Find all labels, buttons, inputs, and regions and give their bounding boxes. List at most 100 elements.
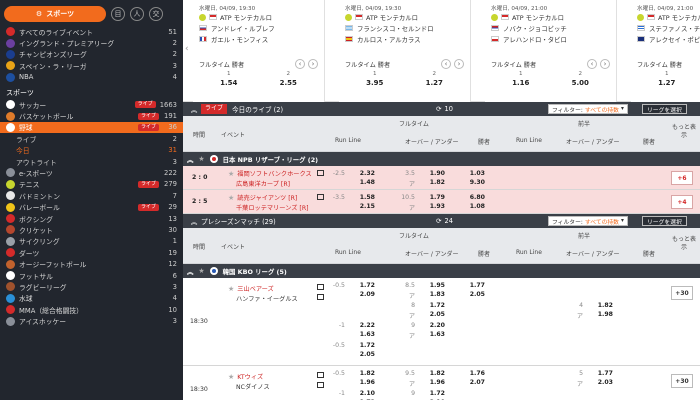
odds-cell[interactable]: 1.72 xyxy=(353,282,375,289)
odds-cell[interactable]: 1.72 xyxy=(353,342,375,349)
account-icon[interactable]: 人 xyxy=(130,7,144,21)
odds-cell[interactable]: 1.63 xyxy=(353,331,375,338)
odds-cell[interactable]: 1.08 xyxy=(463,203,485,210)
odds-cell[interactable]: 2.10 xyxy=(353,390,375,397)
collapse-icon[interactable]: ︽ xyxy=(187,216,201,226)
odds-cell[interactable]: 1.96 xyxy=(423,379,445,386)
tv-icon[interactable] xyxy=(317,382,324,388)
team-home[interactable]: ★ 福岡ソフトバンクホークス xyxy=(228,169,312,179)
odds-cell[interactable]: 1.98 xyxy=(591,311,613,318)
odds-button[interactable]: 2 5.00 xyxy=(551,71,611,87)
sidebar-live-item[interactable]: スペイン・ラ・リーガ 3 xyxy=(0,60,183,71)
sidebar-item-sport[interactable]: ラグビーリーグ 3 xyxy=(0,281,183,292)
odds-cell[interactable]: 2.22 xyxy=(353,322,375,329)
odds-cell[interactable]: 1.58 xyxy=(353,194,375,201)
odds-button[interactable]: 1 1.54 xyxy=(199,71,259,87)
chevron-left-icon[interactable]: ‹ xyxy=(295,59,305,69)
sidebar-live-item[interactable]: チャンピオンズリーグ 2 xyxy=(0,49,183,60)
sidebar-item-sport[interactable]: フットサル 6 xyxy=(0,270,183,281)
odds-cell[interactable]: 2.20 xyxy=(423,322,445,329)
odds-cell[interactable]: 1.76 xyxy=(463,370,485,377)
odds-cell[interactable]: 1.82 xyxy=(423,370,445,377)
sidebar-item-sport[interactable]: バドミントン 7 xyxy=(0,190,183,201)
sidebar-live-item[interactable]: NBA 4 xyxy=(0,72,183,83)
carousel-prev-icon[interactable]: ‹ xyxy=(185,44,193,54)
odds-cell[interactable]: 2.05 xyxy=(353,351,375,358)
sidebar-subitem[interactable]: アウトライト 3 xyxy=(0,156,183,167)
odds-cell[interactable]: 2.05 xyxy=(423,311,445,318)
sports-button[interactable]: ⚙ スポーツ xyxy=(4,6,106,22)
filter-dropdown[interactable]: フィルター: すべての持数 ▾ xyxy=(548,216,628,226)
collapse-icon[interactable]: ︽ xyxy=(187,104,201,114)
league-select-button[interactable]: リーグを選択 xyxy=(642,104,687,114)
odds-button[interactable]: 1 3.95 xyxy=(345,71,405,87)
odds-cell[interactable]: 6.80 xyxy=(463,194,485,201)
odds-button[interactable]: 2 2.55 xyxy=(259,71,319,87)
sidebar-item-sport[interactable]: 水球 4 xyxy=(0,293,183,304)
odds-cell[interactable]: 1.90 xyxy=(423,170,445,177)
collapse-icon[interactable]: ︽ xyxy=(187,267,193,276)
sidebar-item-sport[interactable]: e-スポーツ 222 xyxy=(0,167,183,178)
odds-cell[interactable]: 1.93 xyxy=(423,203,445,210)
sidebar-item-sport[interactable]: クリケット 30 xyxy=(0,224,183,235)
star-icon[interactable]: ★ xyxy=(228,194,234,202)
filter-dropdown[interactable]: フィルター: すべての持数 ▾ xyxy=(548,104,628,114)
sidebar-item-sport[interactable]: サッカー ライブ 1663 xyxy=(0,99,183,110)
odds-cell[interactable]: 1.77 xyxy=(463,282,485,289)
team-home[interactable]: ★ KTウィズ xyxy=(228,372,263,382)
sidebar-item-sport[interactable]: バレーボール ライブ 29 xyxy=(0,201,183,212)
sidebar-item-sport[interactable]: ボクシング 13 xyxy=(0,213,183,224)
more-markets-button[interactable]: +4 xyxy=(671,195,693,209)
match-card[interactable]: 水曜日, 04/09, 19:30 ATP モンテカルロ アンドレイ・ルブレフ ガエル… xyxy=(193,0,325,102)
refresh-counter[interactable]: ⟳ 24 xyxy=(436,217,453,225)
star-icon[interactable]: ★ xyxy=(228,170,234,178)
odds-cell[interactable]: 2.05 xyxy=(463,291,485,298)
sidebar-item-sport[interactable]: 野球 ライブ 36 xyxy=(0,121,183,134)
chevron-right-icon[interactable]: › xyxy=(308,59,318,69)
sidebar-subitem[interactable]: 今日 31 xyxy=(0,145,183,156)
match-card[interactable]: 水曜日, 04/09, 21:00 ATP モンテカルロ ノバク・ジョコビッチ アレハ… xyxy=(485,0,617,102)
odds-button[interactable] xyxy=(697,71,700,87)
odds-cell[interactable]: 1.82 xyxy=(423,179,445,186)
odds-cell[interactable]: 1.48 xyxy=(353,179,375,186)
odds-cell[interactable]: 1.72 xyxy=(423,390,445,397)
odds-button[interactable]: 2 1.27 xyxy=(405,71,465,87)
team-home[interactable]: ★ 読売ジャイアンツ [R] xyxy=(228,193,297,203)
chevron-left-icon[interactable]: ‹ xyxy=(441,59,451,69)
sidebar-item-sport[interactable]: サイクリング 1 xyxy=(0,236,183,247)
odds-cell[interactable]: 1.82 xyxy=(353,370,375,377)
odds-cell[interactable]: 1.82 xyxy=(591,302,613,309)
tv-icon[interactable] xyxy=(317,294,324,300)
odds-button[interactable]: 1 1.16 xyxy=(491,71,551,87)
odds-cell[interactable]: 1.72 xyxy=(423,302,445,309)
more-markets-button[interactable]: +30 xyxy=(671,286,693,300)
view-toggle-icon[interactable]: 目 xyxy=(111,7,125,21)
team-away[interactable]: 広島東洋カープ [R] xyxy=(236,179,290,188)
odds-cell[interactable]: 1.83 xyxy=(423,291,445,298)
odds-cell[interactable]: 1.96 xyxy=(353,379,375,386)
odds-cell[interactable]: 1.79 xyxy=(423,194,445,201)
odds-cell[interactable]: 2.07 xyxy=(463,379,485,386)
odds-cell[interactable]: 1.63 xyxy=(423,331,445,338)
sidebar-item-sport[interactable]: ダーツ 19 xyxy=(0,247,183,258)
refresh-counter[interactable]: ⟳ 10 xyxy=(436,105,453,113)
exchange-icon[interactable]: 交 xyxy=(149,7,163,21)
star-icon[interactable]: ★ xyxy=(198,267,204,275)
sidebar-item-sport[interactable]: MMA（総合格闘技） 10 xyxy=(0,304,183,315)
sidebar-subitem[interactable]: ライブ 2 xyxy=(0,133,183,144)
odds-cell[interactable]: 1.77 xyxy=(591,370,613,377)
odds-cell[interactable]: 2.03 xyxy=(591,379,613,386)
star-icon[interactable]: ★ xyxy=(228,373,234,381)
sidebar-live-item[interactable]: すべてのライブイベント 51 xyxy=(0,26,183,37)
odds-cell[interactable]: 2.09 xyxy=(353,291,375,298)
sidebar-item-sport[interactable]: アイスホッケー 3 xyxy=(0,315,183,326)
sidebar-live-item[interactable]: イングランド・プレミアリーグ 2 xyxy=(0,37,183,48)
sidebar-item-sport[interactable]: オージーフットボール 12 xyxy=(0,258,183,269)
star-icon[interactable]: ★ xyxy=(198,155,204,163)
chevron-right-icon[interactable]: › xyxy=(600,59,610,69)
more-markets-button[interactable]: +6 xyxy=(671,171,693,185)
odds-cell[interactable]: 9.30 xyxy=(463,179,485,186)
odds-cell[interactable]: 2.15 xyxy=(353,203,375,210)
team-away[interactable]: NCダイノス xyxy=(236,382,270,391)
odds-button[interactable]: 1 1.27 xyxy=(637,71,697,87)
